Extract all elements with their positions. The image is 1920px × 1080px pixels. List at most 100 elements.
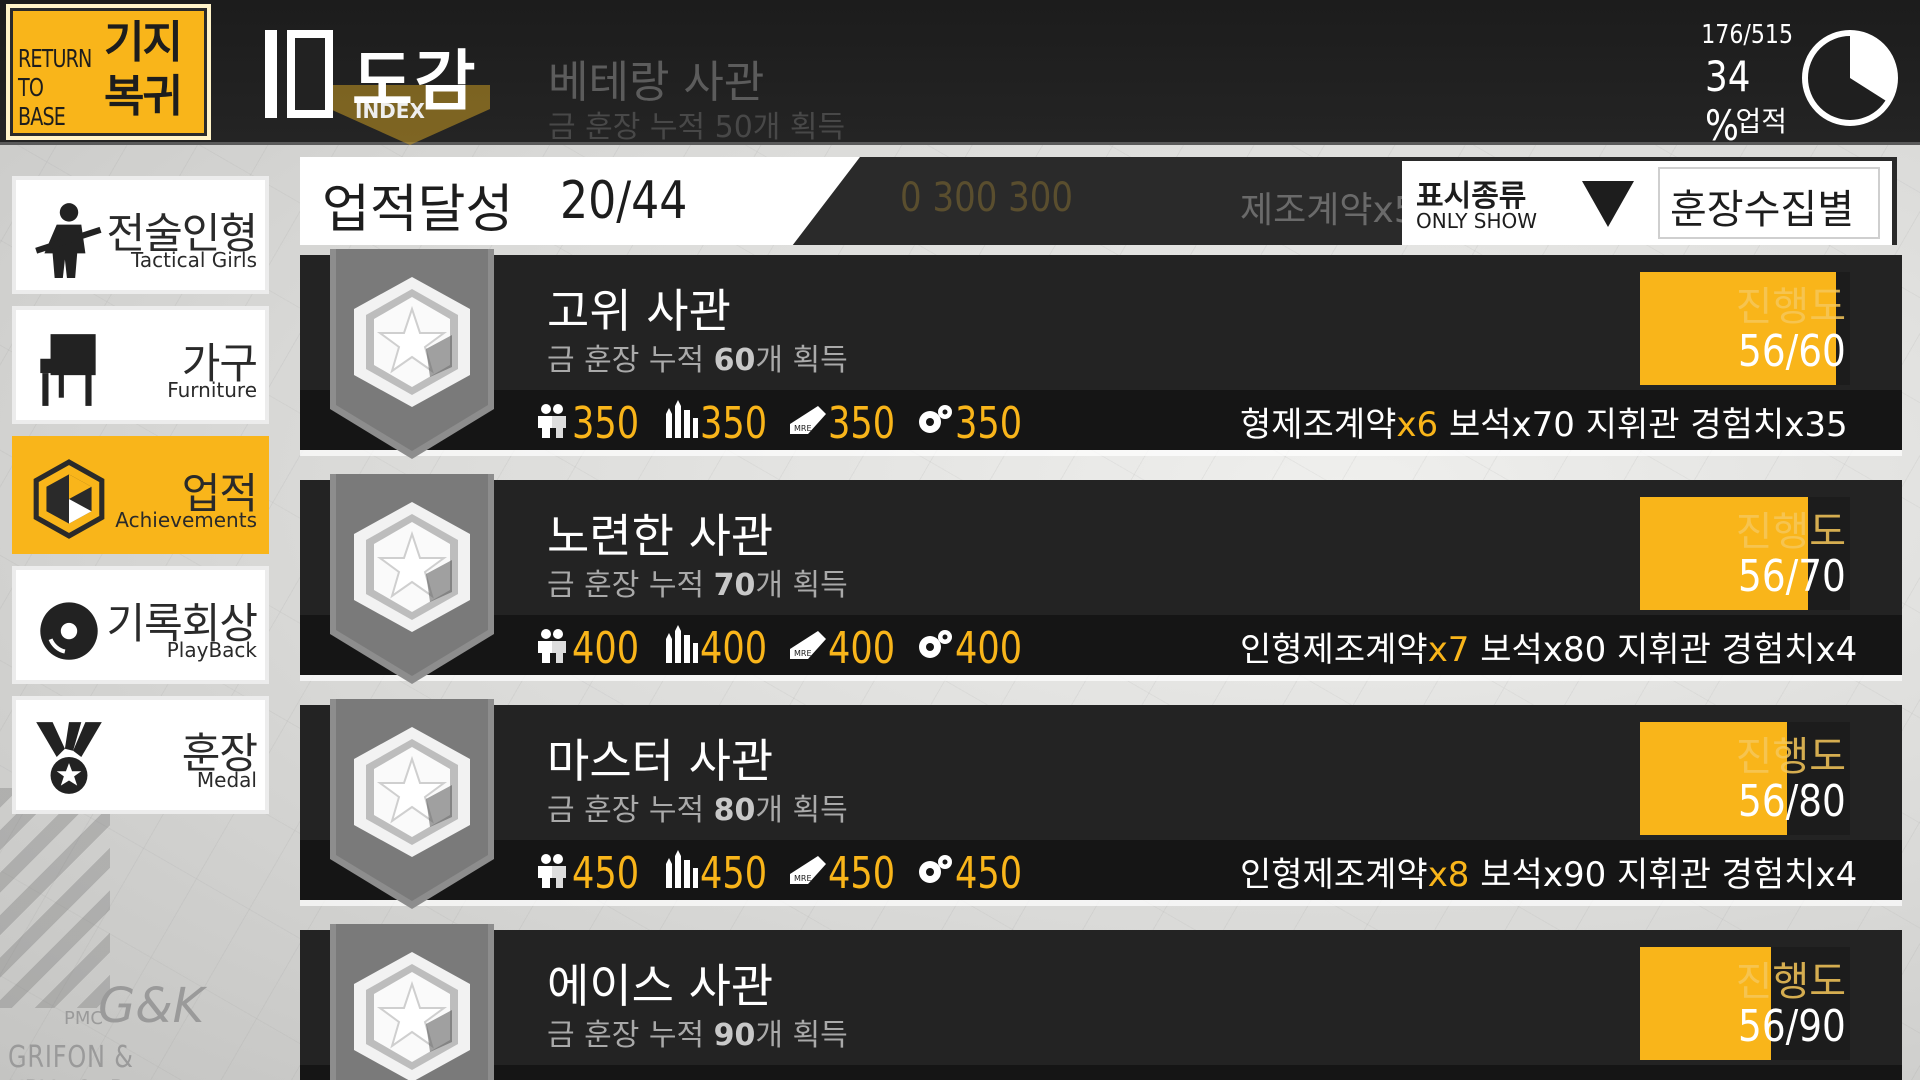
svg-text:MRE: MRE xyxy=(794,874,812,883)
progress-pie-icon xyxy=(1802,30,1898,126)
reward-value: 400 xyxy=(700,623,768,674)
sidebar-item-label-en: PlayBack xyxy=(166,638,257,662)
desc-prefix: 금 훈장 누적 xyxy=(547,793,714,828)
brand-logo: PMC G&K GRIFON & KRYUGER xyxy=(8,978,278,1080)
reward-item-rest: 보석x80 지휘관 경험치x4 xyxy=(1469,630,1858,670)
filter-dropdown[interactable]: 표시종류 ONLY SHOW 훈장수집별 xyxy=(1402,161,1892,245)
manpower-icon xyxy=(532,850,572,890)
filter-select[interactable]: 훈장수집별 xyxy=(1658,167,1880,239)
achievement-complete-count: 20/44 xyxy=(560,171,688,231)
sidebar: 전술인형 Tactical Girls 가구 Furniture 업적 Achi… xyxy=(0,148,280,1080)
medal-badge-icon xyxy=(330,249,494,459)
ammo-icon xyxy=(660,850,700,890)
progress-value: 56/60 xyxy=(1738,326,1846,377)
achievement-title: 고위 사관 xyxy=(547,284,731,338)
ammo-icon xyxy=(660,400,700,440)
desc-number: 70 xyxy=(713,568,756,603)
sidebar-item-label-en: Tactical Girls xyxy=(131,248,257,272)
achievement-title: 노련한 사관 xyxy=(547,509,774,563)
reward-value: 450 xyxy=(700,848,768,899)
achievement-card[interactable]: 마스터 사관 금 훈장 누적 80개 획득 진행도 56/80 450 450 MR… xyxy=(300,699,1902,909)
reward-value: 450 xyxy=(828,848,896,899)
progress-box: 진행도 56/90 xyxy=(1640,947,1850,1060)
chair-icon xyxy=(40,334,96,406)
progress-label: 진행도 xyxy=(1735,959,1846,1005)
top-bar: 베테랑 사관 금 훈장 누적 50개 획득 RETURN TO BASE 기지 … xyxy=(0,0,1920,150)
achievement-desc: 금 훈장 누적 60개 획득 xyxy=(547,335,848,379)
sidebar-item-label-en: Achievements xyxy=(115,508,257,532)
medal-badge-icon xyxy=(330,474,494,684)
ammo-icon xyxy=(660,625,700,665)
reward-value: 450 xyxy=(955,848,1023,899)
sidebar-item-playback[interactable]: 기록회상 PlayBack xyxy=(12,566,269,684)
medal-badge-icon xyxy=(330,699,494,909)
page-subtitle: INDEX xyxy=(355,99,425,123)
reward-item-contract-count: x6 xyxy=(1396,405,1439,445)
reward-value: 350 xyxy=(955,398,1023,449)
progress-label: 진행도 xyxy=(1735,509,1846,555)
card-divider xyxy=(300,675,1902,681)
desc-number: 60 xyxy=(713,343,756,378)
achievement-card[interactable]: 에이스 사관 금 훈장 누적 90개 획득 진행도 56/90 xyxy=(300,924,1902,1080)
ghost-achievement-desc: 금 훈장 누적 50개 획득 xyxy=(548,110,846,145)
sidebar-item-label-en: Medal xyxy=(196,768,257,792)
desc-prefix: 금 훈장 누적 xyxy=(547,568,714,603)
sidebar-item-achievements[interactable]: 업적 Achievements xyxy=(12,436,269,554)
ration-icon: MRE xyxy=(788,400,828,440)
tactical-doll-icon xyxy=(35,203,102,278)
ration-icon: MRE xyxy=(788,625,828,665)
reward-value: 400 xyxy=(572,623,640,674)
sidebar-item-medal[interactable]: 훈장 Medal xyxy=(12,696,269,814)
summary-bar: 0 300 300 제조계약x5 업적달성 20/44 표시종류 ONLY SH… xyxy=(300,157,1897,245)
chevron-down-icon[interactable] xyxy=(1582,181,1634,227)
filter-label-en: ONLY SHOW xyxy=(1416,209,1538,233)
achievement-desc: 금 훈장 누적 70개 획득 xyxy=(547,560,848,604)
progress-box: 진행도 56/80 xyxy=(1640,722,1850,835)
reward-item-rest: 보석x90 지휘관 경험치x4 xyxy=(1469,855,1858,895)
achievement-desc: 금 훈장 누적 90개 획득 xyxy=(547,1010,848,1054)
medal-badge-icon xyxy=(330,924,494,1080)
progress-value: 56/80 xyxy=(1738,776,1846,827)
progress-value: 56/90 xyxy=(1738,1001,1846,1052)
reward-value: 400 xyxy=(828,623,896,674)
achievement-title: 에이스 사관 xyxy=(547,959,774,1013)
reward-items: 형제조계약x6 보석x70 지휘관 경험치x35 xyxy=(1240,397,1900,447)
progress-label: 진행도 xyxy=(1735,284,1846,330)
desc-number: 80 xyxy=(713,793,756,828)
brand-gk: G&K xyxy=(98,978,205,1034)
return-to-base-button[interactable]: RETURN TO BASE 기지 복귀 xyxy=(6,4,211,140)
return-button-label-en: RETURN TO BASE xyxy=(18,44,92,131)
ghost-reward-items: 제조계약x5 xyxy=(1240,190,1417,231)
sidebar-item-furniture[interactable]: 가구 Furniture xyxy=(12,306,269,424)
achievement-complete-label: 업적달성 xyxy=(322,180,514,240)
achievement-progress: 176/515 34 % 업적 xyxy=(1690,20,1915,150)
progress-value: 56/70 xyxy=(1738,551,1846,602)
sidebar-decoration xyxy=(0,788,110,1008)
desc-suffix: 개 획득 xyxy=(755,1018,848,1053)
reward-value: 350 xyxy=(828,398,896,449)
reward-item-rest: 보석x70 지휘관 경험치x35 xyxy=(1438,405,1848,445)
sidebar-item-tactical-girls[interactable]: 전술인형 Tactical Girls xyxy=(12,176,269,294)
desc-suffix: 개 획득 xyxy=(755,343,848,378)
filter-selected-value: 훈장수집별 xyxy=(1670,187,1854,233)
progress-label: 진행도 xyxy=(1735,734,1846,780)
card-divider xyxy=(300,450,1902,456)
svg-text:MRE: MRE xyxy=(794,649,812,658)
reward-value: 400 xyxy=(955,623,1023,674)
progress-label: 업적 xyxy=(1735,105,1787,138)
disc-icon xyxy=(40,602,98,660)
achievement-card[interactable]: 노련한 사관 금 훈장 누적 70개 획득 진행도 56/70 400 400 MR… xyxy=(300,474,1902,684)
parts-icon xyxy=(915,400,955,440)
reward-item-contract: 인형제조계약 xyxy=(1240,855,1428,895)
index-book-icon xyxy=(265,30,345,118)
reward-item-contract: 형제조계약 xyxy=(1240,405,1397,445)
desc-number: 90 xyxy=(713,1018,756,1053)
reward-value: 350 xyxy=(572,398,640,449)
desc-prefix: 금 훈장 누적 xyxy=(547,343,714,378)
card-divider xyxy=(300,900,1902,906)
reward-value: 350 xyxy=(700,398,768,449)
sidebar-item-label-en: Furniture xyxy=(167,378,257,402)
reward-items: 인형제조계약x8 보석x90 지휘관 경험치x4 xyxy=(1240,847,1900,897)
achievement-card[interactable]: 고위 사관 금 훈장 누적 60개 획득 진행도 56/60 350 350 MRE… xyxy=(300,249,1902,459)
achievement-hexagon-icon xyxy=(33,459,105,539)
